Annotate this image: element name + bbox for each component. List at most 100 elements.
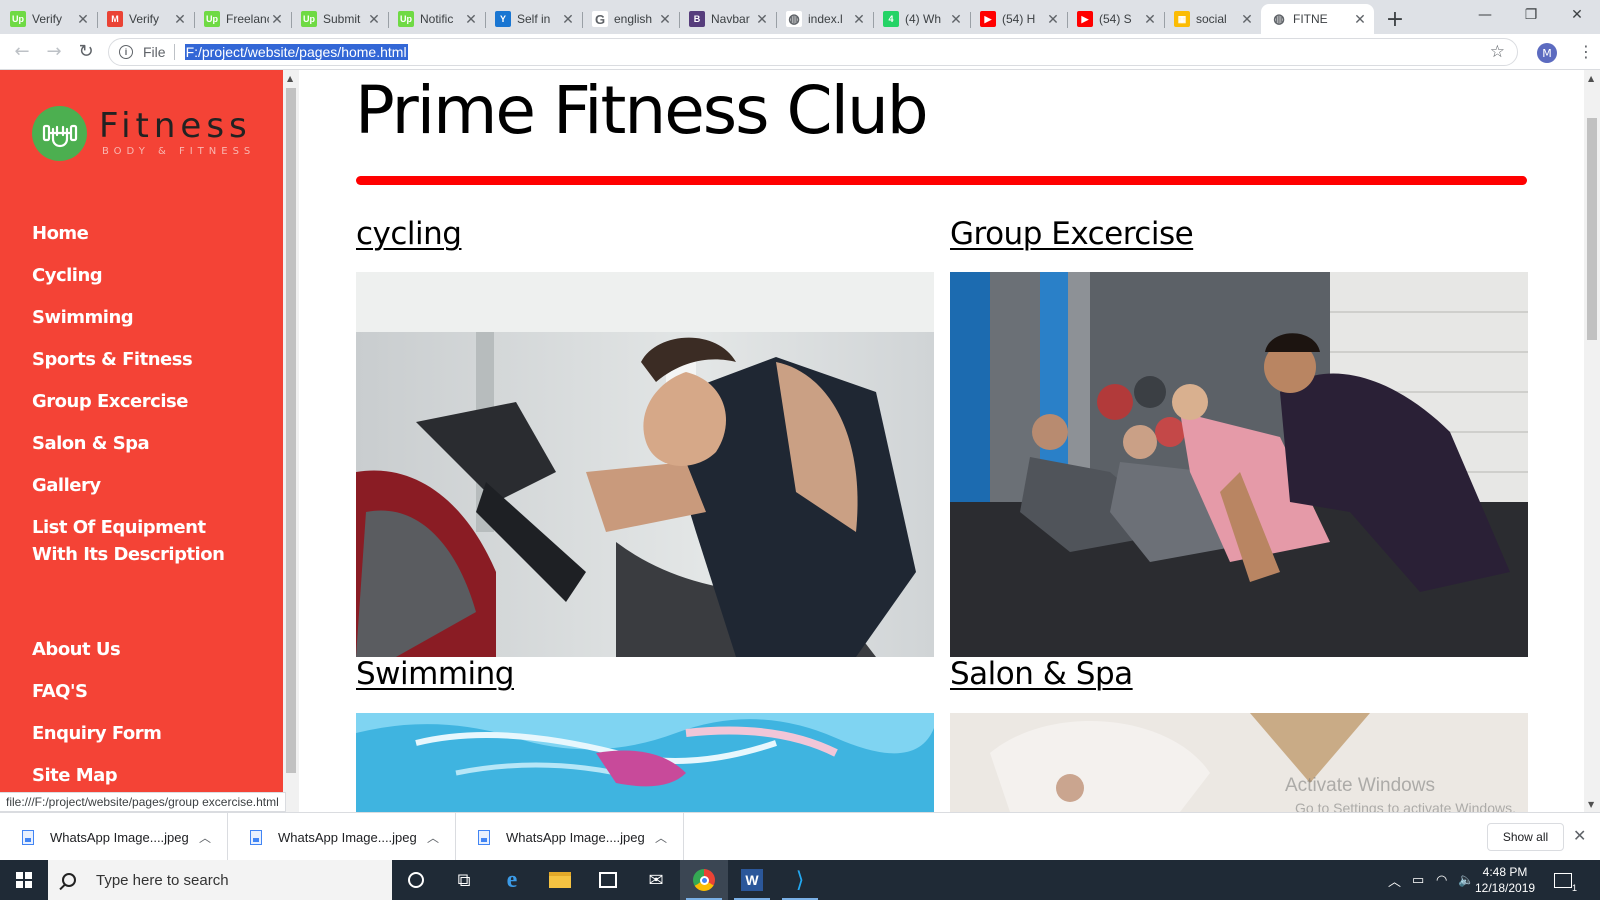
action-center-icon[interactable]: 1 [1554, 860, 1577, 900]
browser-tab[interactable]: ◍ index.l ✕ [776, 4, 873, 34]
file-explorer-icon[interactable] [536, 860, 584, 900]
card-title-cycling[interactable]: cycling [356, 216, 462, 252]
sidebar-scrollbar[interactable]: ▲ [283, 70, 299, 812]
nav-about-us[interactable]: About Us [32, 636, 121, 663]
show-all-button[interactable]: Show all [1487, 823, 1564, 851]
chevron-up-icon[interactable]: ︿ [199, 829, 211, 846]
wifi-icon[interactable]: ◠ [1436, 860, 1447, 900]
nav-group-exercise[interactable]: Group Excercise [32, 388, 188, 415]
info-icon[interactable]: i [119, 45, 133, 59]
forward-button[interactable]: → [38, 36, 70, 68]
swimming-photo[interactable] [356, 713, 934, 812]
tab-close-icon[interactable]: ✕ [948, 11, 964, 28]
back-button[interactable]: ← [6, 36, 38, 68]
card-title-group-exercise[interactable]: Group Excercise [950, 216, 1194, 252]
card-title-salon-spa[interactable]: Salon & Spa [950, 656, 1133, 692]
close-icon[interactable]: ✕ [1573, 826, 1586, 845]
logo-dumbbell-icon[interactable] [32, 106, 87, 161]
maximize-button[interactable]: ❐ [1508, 0, 1554, 30]
sidebar-scroll-thumb[interactable] [286, 88, 296, 773]
bookmark-star-icon[interactable]: ☆ [1490, 42, 1505, 62]
search-icon [62, 873, 76, 887]
tab-close-icon[interactable]: ✕ [269, 11, 285, 28]
nav-salon-spa[interactable]: Salon & Spa [32, 430, 150, 457]
browser-tab[interactable]: Up Verify ✕ [0, 4, 97, 34]
page-scroll-thumb[interactable] [1587, 118, 1597, 340]
nav-site-map[interactable]: Site Map [32, 762, 118, 789]
browser-tab[interactable]: B Navbar ✕ [679, 4, 776, 34]
tab-close-icon[interactable]: ✕ [851, 11, 867, 28]
link-status-bubble: file:///F:/project/website/pages/group e… [0, 792, 286, 812]
cycling-photo[interactable] [356, 272, 934, 657]
download-filename: WhatsApp Image....jpeg [278, 829, 417, 845]
browser-tab[interactable]: Y Self in ✕ [485, 4, 582, 34]
close-window-button[interactable]: ✕ [1554, 0, 1600, 30]
chevron-up-icon[interactable]: ︿ [655, 829, 667, 846]
task-view-icon[interactable]: ⧉ [440, 860, 488, 900]
group-exercise-photo[interactable] [950, 272, 1528, 657]
edge-icon[interactable]: e [488, 860, 536, 900]
download-item[interactable]: WhatsApp Image....jpeg ︿ [228, 813, 456, 861]
page-scroll-up-arrow-icon[interactable]: ▲ [1588, 74, 1594, 83]
nav-faqs[interactable]: FAQ'S [32, 678, 88, 705]
tab-close-icon[interactable]: ✕ [366, 11, 382, 28]
browser-tab[interactable]: ▶ (54) S ✕ [1067, 4, 1164, 34]
browser-tab[interactable]: ▶ (54) H ✕ [970, 4, 1067, 34]
start-button[interactable] [0, 860, 48, 900]
browser-tab[interactable]: Up Submit ✕ [291, 4, 388, 34]
browser-tab[interactable]: Up Freelance✕ [194, 4, 291, 34]
address-bar[interactable]: i File F:/project/website/pages/home.htm… [108, 38, 1518, 66]
browser-tab[interactable]: ◍ FITNE ✕ [1261, 4, 1374, 34]
logo-wordmark[interactable]: Fitness [99, 106, 252, 146]
menu-kebab-icon[interactable]: ⋮ [1578, 42, 1594, 61]
download-item[interactable]: WhatsApp Image....jpeg ︿ [0, 813, 228, 861]
nav-enquiry-form[interactable]: Enquiry Form [32, 720, 162, 747]
browser-tab[interactable]: Up Notific ✕ [388, 4, 485, 34]
download-item[interactable]: WhatsApp Image....jpeg ︿ [456, 813, 684, 861]
tab-close-icon[interactable]: ✕ [172, 11, 188, 28]
page-scrollbar[interactable]: ▲ ▼ [1584, 70, 1600, 812]
browser-tab[interactable]: 4 (4) Wh ✕ [873, 4, 970, 34]
vscode-icon[interactable]: ⟩ [776, 860, 824, 900]
tab-close-icon[interactable]: ✕ [463, 11, 479, 28]
tab-close-icon[interactable]: ✕ [75, 11, 91, 28]
volume-icon[interactable]: 🔈 [1458, 860, 1474, 900]
gmail-icon: M [107, 11, 123, 27]
tab-close-icon[interactable]: ✕ [560, 11, 576, 28]
nav-sports-fitness[interactable]: Sports & Fitness [32, 346, 193, 373]
taskbar-search[interactable]: Type here to search [48, 860, 392, 900]
browser-tab[interactable]: M Verify ✕ [97, 4, 194, 34]
chrome-icon[interactable] [680, 860, 728, 900]
new-tab-button[interactable]: + [1380, 4, 1410, 34]
show-hidden-icons[interactable]: ︿ [1388, 860, 1401, 900]
tab-title: social [1196, 12, 1227, 26]
chevron-up-icon[interactable]: ︿ [427, 829, 439, 846]
nav-equipment-list[interactable]: List Of Equipment With Its Description [32, 514, 252, 568]
tab-close-icon[interactable]: ✕ [657, 11, 673, 28]
tab-close-icon[interactable]: ✕ [1142, 11, 1158, 28]
word-icon[interactable]: W [728, 860, 776, 900]
store-icon[interactable] [584, 860, 632, 900]
browser-tab[interactable]: Genglish ✕ [582, 4, 679, 34]
system-clock[interactable]: 4:48 PM 12/18/2019 [1475, 864, 1535, 896]
scroll-up-arrow-icon[interactable]: ▲ [287, 74, 293, 83]
tab-close-icon[interactable]: ✕ [754, 11, 770, 28]
nav-cycling[interactable]: Cycling [32, 262, 103, 289]
tab-close-icon[interactable]: ✕ [1239, 11, 1255, 28]
mail-icon[interactable]: ✉ [632, 860, 680, 900]
nav-swimming[interactable]: Swimming [32, 304, 134, 331]
profile-avatar[interactable]: M [1537, 43, 1557, 63]
nav-gallery[interactable]: Gallery [32, 472, 101, 499]
nav-home[interactable]: Home [32, 220, 89, 247]
card-title-swimming[interactable]: Swimming [356, 656, 514, 692]
browser-tab[interactable]: ▦ social ✕ [1164, 4, 1261, 34]
battery-icon[interactable]: ▭ [1412, 860, 1424, 900]
url-text[interactable]: F:/project/website/pages/home.html [184, 44, 408, 60]
minimize-button[interactable]: — [1462, 0, 1508, 30]
reload-button[interactable]: ↻ [70, 36, 102, 68]
tab-close-icon[interactable]: ✕ [1352, 11, 1368, 28]
tab-close-icon[interactable]: ✕ [1045, 11, 1061, 28]
page-scroll-down-arrow-icon[interactable]: ▼ [1588, 800, 1594, 809]
salon-spa-photo[interactable] [950, 713, 1528, 812]
cortana-icon[interactable] [392, 860, 440, 900]
